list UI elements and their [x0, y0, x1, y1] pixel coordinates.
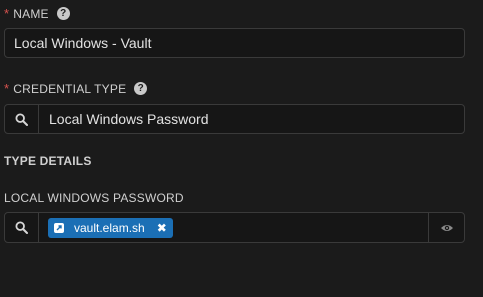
- credential-type-value[interactable]: Local Windows Password: [39, 111, 209, 127]
- close-icon[interactable]: ✖: [157, 221, 167, 235]
- required-marker: *: [4, 81, 10, 96]
- help-icon[interactable]: ?: [134, 82, 148, 95]
- name-input[interactable]: Local Windows - Vault: [4, 28, 465, 58]
- search-icon: [15, 221, 28, 234]
- password-lookup: vault.elam.sh ✖: [4, 212, 465, 243]
- help-icon[interactable]: ?: [56, 7, 70, 20]
- required-marker: *: [4, 6, 10, 21]
- local-windows-password-label: LOCAL WINDOWS PASSWORD: [4, 191, 184, 205]
- credential-type-label-row: * CREDENTIAL TYPE ?: [4, 81, 148, 96]
- chip-group: vault.elam.sh ✖: [39, 217, 428, 238]
- search-icon: [15, 112, 28, 126]
- name-label: NAME: [13, 6, 49, 21]
- credential-chip-label: vault.elam.sh: [74, 220, 145, 235]
- external-link-icon: [54, 222, 64, 233]
- credential-type-label: CREDENTIAL TYPE: [13, 81, 127, 96]
- show-password-button[interactable]: [428, 213, 464, 242]
- credential-type-lookup: Local Windows Password: [4, 104, 465, 134]
- credential-type-search-button[interactable]: [5, 105, 39, 133]
- password-search-button[interactable]: [5, 213, 39, 242]
- type-details-heading: TYPE DETAILS: [4, 154, 92, 168]
- name-label-row: * NAME ?: [4, 6, 70, 21]
- eye-icon: [440, 224, 453, 231]
- credential-chip[interactable]: vault.elam.sh ✖: [48, 217, 173, 238]
